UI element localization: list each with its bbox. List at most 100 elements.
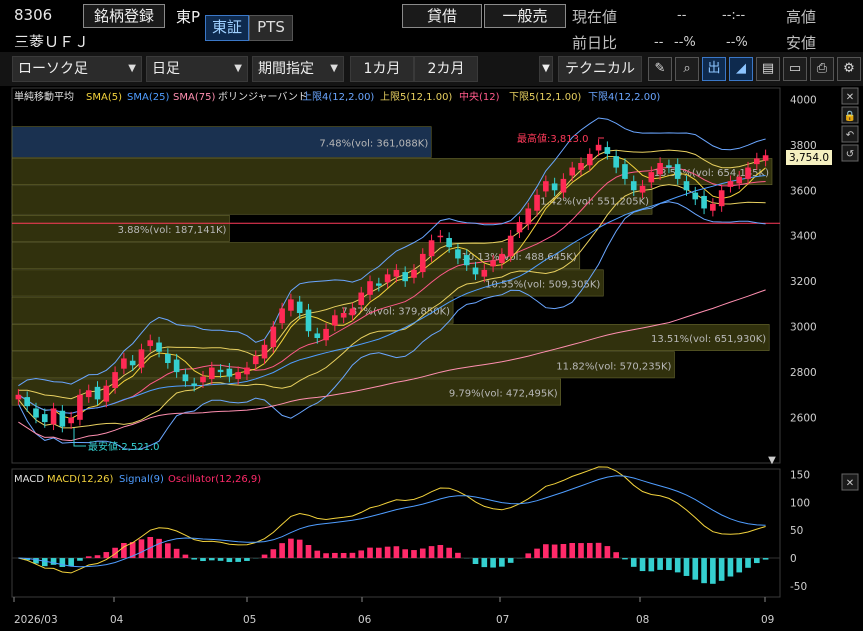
volume-icon[interactable]: 出 [702,57,726,81]
macd-osc-bar [649,558,655,571]
price-tick-label: 3000 [790,322,817,334]
save-icon[interactable]: ▤ [756,57,780,81]
macd-osc-bar [323,553,329,558]
macd-osc-bar [95,555,101,558]
chart-area[interactable]: 7.48%(vol: 361,088K)13.56%(vol: 654,185K… [0,86,863,627]
price-tick-label: 4000 [790,94,817,106]
macd-osc-bar [605,546,611,558]
candle-body [438,236,444,238]
stock-code: 8306 [14,6,52,24]
scroll-down-icon[interactable]: ▼ [768,455,776,466]
legend-sma25: SMA(25) [127,92,169,103]
lock-icon[interactable]: 🔒 [844,110,856,122]
macd-osc-bar [543,544,549,558]
legend-lower5: 下限5(12,1.00) [509,91,581,103]
candle-body [279,308,285,323]
candle-body [323,329,329,340]
range-2m-button[interactable]: 2カ月 [414,56,478,82]
ippan-uri-button[interactable]: 一般売 [484,4,566,28]
macd-osc-bar [666,558,672,570]
macd-osc-bar [719,558,725,581]
legend-upper5: 上限5(12,1.00) [380,91,452,103]
chart-type-select[interactable]: ローソク足 ▼ [12,56,142,82]
low-annotation: 最安値:2,521.0 [88,440,160,453]
candle-body [121,358,127,368]
macd-osc-bar [508,558,514,563]
undo-icon[interactable]: ↶ [846,130,854,141]
macd-osc-bar [745,558,751,568]
candle-body [271,327,277,347]
macd-osc-bar [183,555,189,558]
market-label[interactable]: 東P [176,6,200,27]
x-axis-label: 07 [496,614,509,626]
chart-type-value: ローソク足 [18,61,88,77]
macd-osc-bar [235,558,241,562]
tab-tse[interactable]: 東証 [205,15,249,41]
candle-body [420,254,426,272]
candle-body [60,411,66,427]
macd-osc-bar [68,558,74,566]
register-button[interactable]: 銘柄登録 [83,4,165,28]
candle-body [77,395,83,420]
range-mode-select[interactable]: 期間指定▼ [252,56,344,82]
macd-osc-bar [297,540,303,558]
macd-osc-bar [262,555,268,558]
technical-button[interactable]: テクニカル [558,56,642,82]
macd-osc-bar [473,558,479,564]
candle-body [165,354,171,363]
candle-body [701,196,707,209]
macd-osc-bar [60,558,66,567]
macd-osc-bar [701,558,707,583]
macd-osc-bar [367,548,373,558]
reset-icon[interactable]: ↺ [846,149,854,160]
range-1m-button[interactable]: 1カ月 [350,56,414,82]
range-more-dropdown[interactable]: ▼ [539,56,553,82]
print-icon[interactable]: ⎙ [810,57,834,81]
candle-body [385,274,391,282]
prev-change-pct-2: --% [726,35,748,50]
close-icon[interactable]: ✕ [846,92,854,103]
candle-body [490,261,496,267]
macd-tick-label: 100 [790,497,810,509]
close-icon[interactable]: ✕ [846,478,854,489]
candle-body [552,183,558,190]
candle-body [736,177,742,184]
taishaku-button[interactable]: 貸借 [402,4,482,28]
macd-osc-bar [200,558,206,561]
macd-osc-bar [77,558,83,561]
period-select[interactable]: 日足▼ [146,56,248,82]
macd-osc-bar [561,544,567,558]
macd-osc-bar [684,558,690,576]
open-folder-icon[interactable]: ▭ [783,57,807,81]
macd-legend-macd: MACD(12,26) [47,474,114,485]
candle-body [525,208,531,224]
candle-body [578,163,584,170]
candle-body [569,168,575,176]
x-axis-label: 05 [243,614,256,626]
volume-profile-label: 7.87%(vol: 379,850K) [341,307,450,318]
macd-osc-bar [569,543,575,558]
chevron-down-icon: ▼ [128,57,136,81]
candle-body [42,414,48,422]
pencil-icon[interactable]: ✎ [648,57,672,81]
chart-toolbar: ローソク足 ▼ 日足▼ 期間指定▼ 1カ月 2カ月 ▼ テクニカル ✎ ⌕ 出 ◢… [0,52,863,86]
candle-body [455,249,461,258]
macd-osc-bar [121,543,127,558]
candle-body [394,270,400,277]
settings-icon[interactable]: ⚙ [837,57,861,81]
stock-name: 三菱ＵＦＪ [14,31,89,47]
candle-body [24,397,30,406]
header-bar: 8306 三菱ＵＦＪ 銘柄登録 東P 東証 PTS 貸借 一般売 現在値 -- … [0,0,863,52]
candle-body [719,190,725,206]
macd-osc-bar [165,543,171,558]
tab-pts[interactable]: PTS [249,15,293,41]
macd-legend-osc: Oscillator(12,26,9) [168,474,261,485]
area-chart-icon[interactable]: ◢ [729,57,753,81]
macd-osc-bar [455,553,461,558]
chart-svg[interactable]: 7.48%(vol: 361,088K)13.56%(vol: 654,185K… [0,86,863,627]
legend-sma75: SMA(75) [173,92,215,103]
macd-osc-bar [139,539,145,558]
zoom-icon[interactable]: ⌕ [675,57,699,81]
macd-tick-label: 150 [790,470,810,482]
macd-osc-bar [763,558,769,560]
